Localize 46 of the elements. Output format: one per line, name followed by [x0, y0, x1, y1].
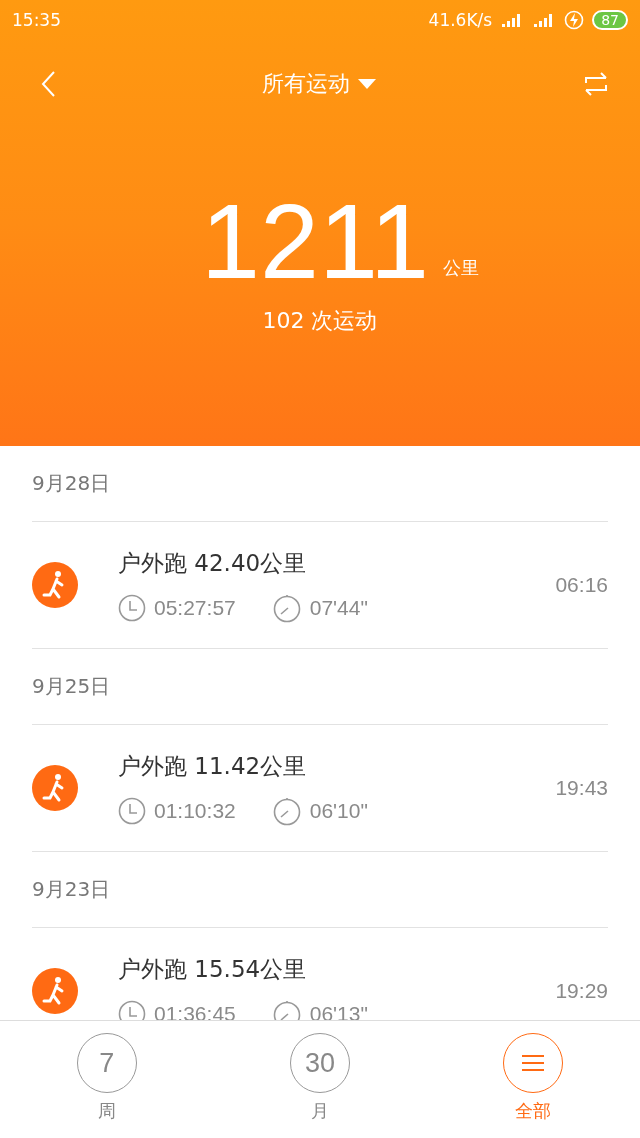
period-tab[interactable]: 7 周 [0, 1021, 214, 1138]
workout-row[interactable]: 户外跑 11.42公里 01:10:32 06'10" 19:43 [32, 724, 608, 852]
workout-row[interactable]: 户外跑 42.40公里 05:27:57 07'44" 06:16 [32, 521, 608, 649]
period-tab[interactable]: 30 月 [213, 1021, 427, 1138]
pace: 06'10" [309, 798, 368, 823]
lightning-icon [564, 10, 585, 30]
runner-icon [32, 562, 78, 608]
period-number: 30 [304, 1047, 335, 1079]
period-tab[interactable]: 全部 [426, 1021, 640, 1138]
workout-count: 102 次运动 [261, 307, 379, 335]
status-time: 15:35 [12, 10, 61, 30]
date-heading: 9月23日 [31, 876, 112, 903]
caret-icon [358, 79, 376, 89]
stopwatch-icon [271, 795, 302, 826]
workout-time: 19:29 [555, 979, 608, 1003]
date-heading: 9月25日 [31, 673, 112, 700]
battery-level: 87 [592, 10, 628, 30]
total-distance: 1211 [201, 188, 429, 294]
back-icon[interactable] [40, 70, 56, 98]
swap-icon[interactable] [582, 71, 610, 97]
duration: 01:36:45 [154, 1001, 236, 1020]
duration: 01:10:32 [154, 798, 236, 823]
workout-title: 户外跑 11.42公里 [118, 751, 308, 781]
period-number: 7 [99, 1047, 115, 1079]
stopwatch-icon [271, 998, 302, 1020]
tab-label: 周 [97, 1099, 116, 1123]
network-speed: 41.6K/s [428, 10, 493, 30]
pace: 07'44" [309, 595, 368, 620]
sport-filter-dropdown[interactable]: 所有运动 [262, 69, 376, 99]
tab-label: 全部 [515, 1099, 552, 1123]
workout-title: 户外跑 42.40公里 [118, 548, 308, 578]
workout-title: 户外跑 15.54公里 [118, 954, 308, 984]
clock-icon [118, 593, 146, 622]
clock-icon [118, 999, 146, 1020]
runner-icon [32, 968, 78, 1014]
runner-icon [32, 765, 78, 811]
menu-icon [521, 1054, 546, 1072]
duration: 05:27:57 [154, 595, 236, 620]
pace: 06'13" [309, 1001, 368, 1020]
stopwatch-icon [271, 592, 302, 623]
date-heading: 9月28日 [31, 470, 112, 497]
tab-label: 月 [311, 1099, 329, 1123]
clock-icon [118, 796, 146, 825]
distance-unit: 公里 [442, 256, 479, 280]
workout-time: 06:16 [555, 573, 608, 597]
workout-time: 19:43 [555, 776, 608, 800]
